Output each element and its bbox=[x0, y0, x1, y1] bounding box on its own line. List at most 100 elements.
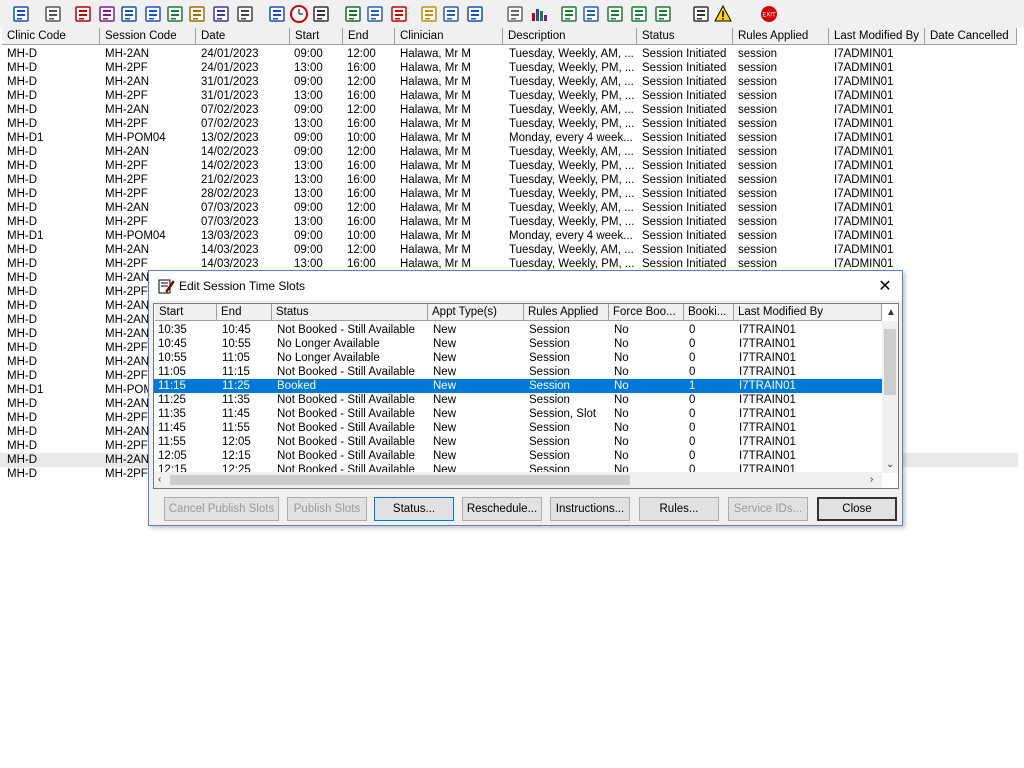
table-row[interactable]: MH-D MH-2AN 07/03/2023 09:00 12:00 Halawa, Mr… bbox=[0, 201, 1018, 215]
vertical-scroll-thumb[interactable] bbox=[884, 329, 896, 395]
column-header[interactable]: Date bbox=[196, 28, 290, 45]
table-row[interactable]: MH-D MH-2PF 14/03/2023 13:00 16:00 Halawa, Mr… bbox=[0, 257, 1018, 271]
bed-icon[interactable] bbox=[440, 3, 461, 24]
table-cell: session bbox=[738, 62, 777, 74]
notepad-icon[interactable] bbox=[186, 3, 207, 24]
table-row[interactable]: MH-D MH-2PF 14/02/2023 13:00 16:00 Halawa, Mr… bbox=[0, 159, 1018, 173]
slot-cell: 0 bbox=[689, 352, 696, 364]
cancel-publish-slots-button[interactable]: Cancel Publish Slots bbox=[164, 497, 279, 521]
table-row[interactable]: MH-D MH-2AN 31/01/2023 09:00 12:00 Halawa, Mr… bbox=[0, 75, 1018, 89]
window-icon[interactable] bbox=[310, 3, 331, 24]
edit-book-icon[interactable] bbox=[96, 3, 117, 24]
table-row[interactable]: MH-D MH-2PF 24/01/2023 13:00 16:00 Halawa, Mr… bbox=[0, 61, 1018, 75]
dialog-column-header[interactable]: Start bbox=[155, 304, 217, 321]
table-row[interactable]: MH-D MH-2PF 07/03/2023 13:00 16:00 Halawa, Mr… bbox=[0, 215, 1018, 229]
table-row[interactable]: MH-D MH-2PF 28/02/2023 13:00 16:00 Halawa, Mr… bbox=[0, 187, 1018, 201]
table-row[interactable]: MH-D MH-2PF 31/01/2023 13:00 16:00 Halawa, Mr… bbox=[0, 89, 1018, 103]
slot-cell: Booked bbox=[277, 380, 317, 392]
column-header[interactable]: Status bbox=[637, 28, 733, 45]
checklist-icon[interactable] bbox=[580, 3, 601, 24]
patient-icon[interactable] bbox=[464, 3, 485, 24]
reschedule-button[interactable]: Reschedule... bbox=[462, 497, 542, 521]
print-icon[interactable] bbox=[42, 3, 63, 24]
column-header[interactable]: Clinician bbox=[395, 28, 503, 45]
exit-icon[interactable]: EXIT bbox=[758, 3, 779, 24]
column-header[interactable]: Session Code bbox=[100, 28, 196, 45]
warning-icon[interactable] bbox=[712, 3, 733, 24]
table-cell: Session Initiated bbox=[642, 216, 727, 228]
slot-row[interactable]: 11:25 11:35 Not Booked - Still Available Ne… bbox=[154, 393, 884, 407]
table-row[interactable]: MH-D MH-2PF 07/02/2023 13:00 16:00 Halawa, Mr… bbox=[0, 117, 1018, 131]
vertical-scrollbar[interactable]: ▲ ⌄ bbox=[882, 307, 898, 473]
table-row[interactable]: MH-D MH-2AN 14/02/2023 09:00 12:00 Halawa, Mr… bbox=[0, 145, 1018, 159]
dialog-column-header[interactable]: Status bbox=[272, 304, 428, 321]
table-row[interactable]: MH-D1 MH-POM04 13/03/2023 09:00 10:00 Halawa,… bbox=[0, 229, 1018, 243]
slot-row[interactable]: 11:55 12:05 Not Booked - Still Available Ne… bbox=[154, 435, 884, 449]
slot-row[interactable]: 11:05 11:15 Not Booked - Still Available Ne… bbox=[154, 365, 884, 379]
flag2-icon[interactable] bbox=[234, 3, 255, 24]
books-icon[interactable] bbox=[72, 3, 93, 24]
slot-row[interactable]: 11:45 11:55 Not Booked - Still Available Ne… bbox=[154, 421, 884, 435]
table-cell: Tuesday, Weekly, PM, ... bbox=[509, 258, 635, 270]
column-header[interactable]: Last Modified By bbox=[829, 28, 925, 45]
clock-icon[interactable] bbox=[288, 3, 309, 24]
selected-slot-row[interactable]: 11:15 11:25 Booked New Session No 1 I7TRAIN01 bbox=[154, 379, 884, 393]
column-header[interactable]: End bbox=[343, 28, 395, 45]
publish-slots-button[interactable]: Publish Slots bbox=[287, 497, 367, 521]
close-button[interactable]: Close bbox=[817, 497, 897, 521]
mail-edit-icon[interactable] bbox=[266, 3, 287, 24]
scroll-up-icon[interactable]: ▲ bbox=[886, 307, 896, 318]
arrow-up-icon[interactable] bbox=[652, 3, 673, 24]
doctor-icon[interactable] bbox=[164, 3, 185, 24]
instructions-button[interactable]: Instructions... bbox=[550, 497, 630, 521]
mail-icon[interactable] bbox=[142, 3, 163, 24]
dialog-column-header[interactable]: End bbox=[217, 304, 272, 321]
slot-row[interactable]: 12:05 12:15 Not Booked - Still Available Ne… bbox=[154, 449, 884, 463]
table-cell: 10:00 bbox=[347, 230, 376, 242]
card-icon[interactable] bbox=[364, 3, 385, 24]
dialog-column-header[interactable]: Rules Applied bbox=[524, 304, 609, 321]
slot-row[interactable]: 10:35 10:45 Not Booked - Still Available Ne… bbox=[154, 323, 884, 337]
person-icon[interactable] bbox=[10, 3, 31, 24]
horizontal-scroll-thumb[interactable] bbox=[170, 475, 630, 485]
column-header[interactable]: Clinic Code bbox=[2, 28, 100, 45]
rules-button[interactable]: Rules... bbox=[639, 497, 719, 521]
service-ids-button[interactable]: Service IDs... bbox=[728, 497, 808, 521]
scroll-right-icon[interactable]: › bbox=[870, 474, 873, 485]
table-row[interactable]: MH-D MH-2AN 14/03/2023 09:00 12:00 Halawa, Mr… bbox=[0, 243, 1018, 257]
table-row[interactable]: MH-D MH-2AN 07/02/2023 09:00 12:00 Halawa, Mr… bbox=[0, 103, 1018, 117]
slot-row[interactable]: 10:55 11:05 No Longer Available New Session N… bbox=[154, 351, 884, 365]
dialog-title-bar[interactable]: Edit Session Time Slots ✕ bbox=[149, 271, 902, 301]
dialog-column-header[interactable]: Force Boo... bbox=[609, 304, 684, 321]
screen-icon[interactable] bbox=[118, 3, 139, 24]
swap-icon[interactable] bbox=[690, 3, 711, 24]
scroll-down-icon[interactable]: ⌄ bbox=[886, 459, 894, 470]
table-row[interactable]: MH-D1 MH-POM04 13/02/2023 09:00 10:00 Halawa,… bbox=[0, 131, 1018, 145]
arrow-down-icon[interactable] bbox=[628, 3, 649, 24]
table-cell: Tuesday, Weekly, AM, ... bbox=[509, 48, 634, 60]
note-icon[interactable] bbox=[418, 3, 439, 24]
table-cell: MH-D bbox=[7, 174, 38, 186]
chart-icon[interactable] bbox=[528, 3, 549, 24]
globe-icon[interactable] bbox=[558, 3, 579, 24]
status-button[interactable]: Status... bbox=[374, 497, 454, 521]
close-icon[interactable]: ✕ bbox=[876, 277, 894, 295]
document-icon[interactable] bbox=[504, 3, 525, 24]
table-row[interactable]: MH-D MH-2AN 24/01/2023 09:00 12:00 Halawa, Mr… bbox=[0, 47, 1018, 61]
column-header[interactable]: Date Cancelled bbox=[925, 28, 1017, 45]
scroll-left-icon[interactable]: ‹ bbox=[158, 474, 161, 485]
flag-icon[interactable] bbox=[210, 3, 231, 24]
check-icon[interactable] bbox=[604, 3, 625, 24]
dialog-column-header[interactable]: Booki... bbox=[684, 304, 734, 321]
slot-row[interactable]: 11:35 11:45 Not Booked - Still Available Ne… bbox=[154, 407, 884, 421]
dialog-column-header[interactable]: Last Modified By bbox=[734, 304, 882, 321]
table-row[interactable]: MH-D MH-2PF 21/02/2023 13:00 16:00 Halawa, Mr… bbox=[0, 173, 1018, 187]
disc-icon[interactable] bbox=[388, 3, 409, 24]
column-header[interactable]: Description bbox=[503, 28, 637, 45]
monitor-icon[interactable] bbox=[342, 3, 363, 24]
horizontal-scrollbar[interactable]: ‹ › bbox=[154, 472, 882, 488]
column-header[interactable]: Rules Applied bbox=[733, 28, 829, 45]
column-header[interactable]: Start bbox=[290, 28, 343, 45]
slot-row[interactable]: 10:45 10:55 No Longer Available New Session N… bbox=[154, 337, 884, 351]
dialog-column-header[interactable]: Appt Type(s) bbox=[428, 304, 524, 321]
